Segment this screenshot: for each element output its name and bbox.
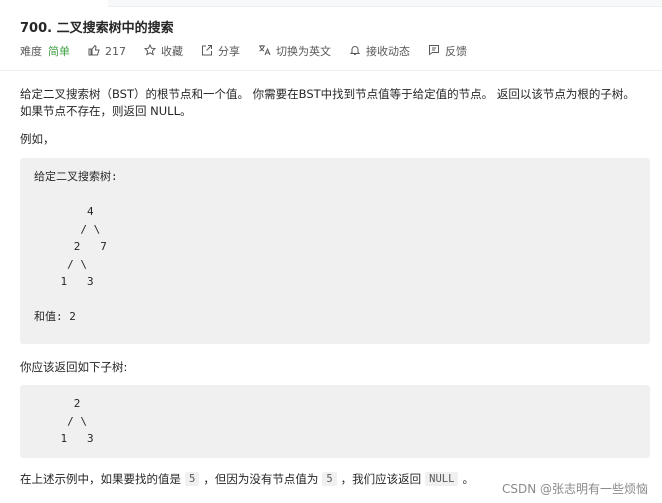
result-tree: 2 / \ 1 3 <box>60 397 94 445</box>
problem-meta-bar: 难度 简单 217 收藏 分享 切换为英文 接收动态 反馈 <box>20 42 485 60</box>
result-code-block: 2 / \ 1 3 <box>20 385 650 458</box>
bell-icon <box>349 44 361 59</box>
share-icon <box>201 44 213 59</box>
inline-code-null: NULL <box>425 472 459 486</box>
difficulty-label: 难度 <box>20 45 42 58</box>
share-label: 分享 <box>218 45 240 58</box>
notify-button[interactable]: 接收动态 <box>349 43 410 59</box>
problem-title: 700. 二叉搜索树中的搜索 <box>20 21 174 36</box>
feedback-icon <box>428 44 440 59</box>
difficulty-value: 简单 <box>48 45 70 58</box>
final-note: 在上述示例中，如果要找的值是 5 ，但因为没有节点值为 5 ，我们应该返回 NU… <box>20 471 474 487</box>
description-line-2: 如果节点不存在，则返回 NULL。 <box>20 104 192 118</box>
top-bar <box>108 0 662 7</box>
difficulty: 难度 简单 <box>20 43 70 59</box>
final-note-mid: ，但因为没有节点值为 <box>203 472 319 486</box>
should-return-text: 你应该返回如下子树: <box>20 360 128 374</box>
feedback-button[interactable]: 反馈 <box>428 43 467 59</box>
example-intro: 例如， <box>20 132 55 146</box>
final-note-pre: 在上述示例中，如果要找的值是 <box>20 472 181 486</box>
like-button[interactable]: 217 <box>88 44 126 59</box>
final-note-post: ，我们应该返回 <box>340 472 422 486</box>
problem-description: 给定二叉搜索树（BST）的根节点和一个值。 你需要在BST中找到节点值等于给定值… <box>20 86 650 120</box>
watermark: CSDN @张志明有一些烦恼 <box>501 482 648 496</box>
star-icon <box>143 43 157 59</box>
notify-label: 接收动态 <box>366 45 410 58</box>
translate-icon <box>258 44 271 59</box>
thumbs-up-icon <box>88 44 100 59</box>
inline-code-value-2: 5 <box>322 472 337 486</box>
inline-code-value: 5 <box>185 472 200 486</box>
feedback-label: 反馈 <box>445 45 467 58</box>
example-code-block: 给定二叉搜索树: 4 / \ 2 7 / \ 1 3 和值: 2 <box>20 158 650 344</box>
switch-language-label: 切换为英文 <box>276 45 331 58</box>
description-line-1: 给定二叉搜索树（BST）的根节点和一个值。 你需要在BST中找到节点值等于给定值… <box>20 87 635 101</box>
example-tree: 给定二叉搜索树: 4 / \ 2 7 / \ 1 3 和值: 2 <box>34 170 118 323</box>
share-button[interactable]: 分享 <box>201 43 240 59</box>
favorite-label: 收藏 <box>161 45 183 58</box>
divider <box>0 70 662 71</box>
switch-language-button[interactable]: 切换为英文 <box>258 43 331 59</box>
final-note-end: 。 <box>462 472 474 486</box>
like-count: 217 <box>105 44 126 58</box>
favorite-button[interactable]: 收藏 <box>143 43 183 59</box>
